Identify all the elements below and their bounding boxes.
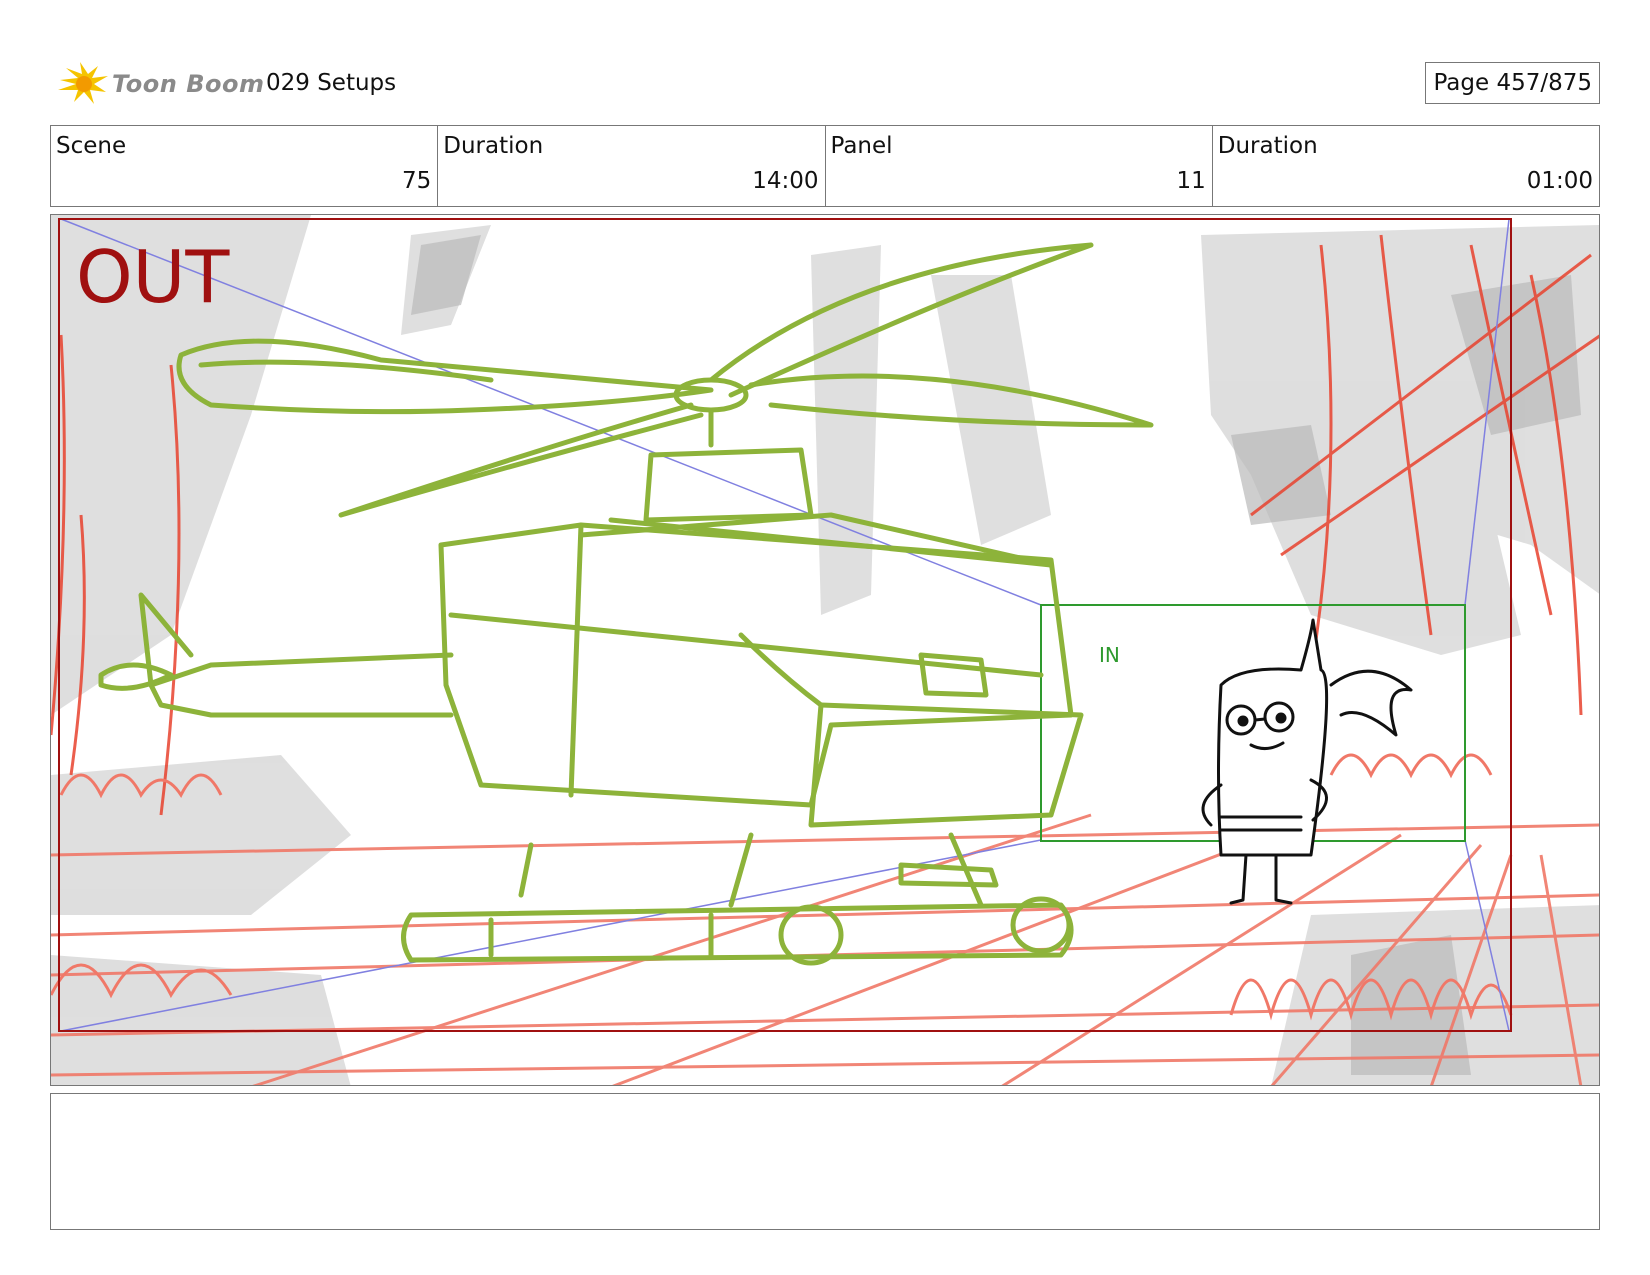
panel-duration-label: Duration (1217, 133, 1318, 159)
scene-info-table: Scene 75 Duration 14:00 Panel 11 Duratio… (50, 125, 1600, 207)
logo-text: Toon Boom (112, 70, 265, 98)
panel-drawing (51, 215, 1599, 1085)
scene-duration-label: Duration (443, 133, 544, 159)
scene-duration-cell: Duration 14:00 (438, 126, 826, 206)
in-frame-label: IN (1099, 643, 1120, 667)
sunburst-logo-icon (58, 62, 108, 104)
page-header: Toon Boom 029 Setups Page 457/875 (50, 56, 1600, 112)
scene-label: Scene (56, 133, 127, 159)
page-indicator: Page 457/875 (1425, 62, 1600, 104)
panel-duration-value: 01:00 (1526, 168, 1593, 194)
panel-duration-cell: Duration 01:00 (1213, 126, 1599, 206)
scene-cell: Scene 75 (51, 126, 439, 206)
panel-label: Panel (830, 133, 893, 159)
scene-duration-value: 14:00 (752, 168, 819, 194)
project-title: 029 Setups (266, 70, 397, 96)
panel-value: 11 (1176, 168, 1206, 194)
panel-cell: Panel 11 (826, 126, 1213, 206)
toon-boom-logo: Toon Boom (54, 60, 264, 108)
panel-caption-box (50, 1093, 1600, 1230)
storyboard-panel: OUT IN (50, 214, 1600, 1086)
page-label: Page 457/875 (1433, 70, 1592, 96)
scene-value: 75 (401, 168, 432, 194)
out-frame-label: OUT (76, 235, 230, 319)
